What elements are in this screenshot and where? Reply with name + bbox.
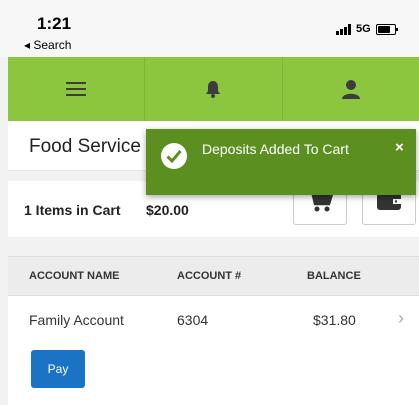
battery-icon: [375, 23, 398, 35]
toast-notification: Deposits Added To Cart ×: [146, 129, 416, 195]
account-name-cell: Family Account: [29, 312, 124, 328]
accounts-table-header: ACCOUNT NAME ACCOUNT # BALANCE: [8, 256, 419, 296]
account-number-cell: 6304: [177, 312, 209, 328]
notifications-button[interactable]: [145, 57, 283, 121]
cart-total: $20.00: [146, 202, 189, 218]
toast-message: Deposits Added To Cart: [202, 141, 349, 157]
bell-icon: [206, 81, 221, 98]
pay-area: Pay: [8, 342, 419, 405]
check-circle-icon: [161, 143, 187, 169]
user-icon: [341, 80, 360, 99]
column-header-account-name: ACCOUNT NAME: [29, 270, 120, 282]
balance-cell: $31.80: [313, 312, 356, 328]
status-time: 1:21: [37, 14, 72, 33]
status-indicators: 5G: [336, 23, 398, 35]
status-bar: 1:21 ◂ Search 5G: [0, 0, 419, 57]
signal-icon: [336, 23, 351, 35]
pay-button[interactable]: Pay: [31, 350, 85, 388]
column-header-balance: BALANCE: [307, 270, 361, 282]
menu-button[interactable]: [8, 57, 146, 121]
table-row[interactable]: Family Account 6304 $31.80 ›: [8, 296, 419, 343]
column-header-account-number: ACCOUNT #: [177, 270, 242, 282]
chevron-right-icon: ›: [398, 308, 404, 328]
top-nav-bar: [8, 57, 419, 121]
account-button[interactable]: [283, 57, 419, 121]
back-to-search-link[interactable]: ◂ Search: [24, 38, 71, 52]
toast-close-button[interactable]: ×: [395, 139, 404, 156]
cart-item-count: 1 Items in Cart: [24, 202, 121, 218]
page-title: Food Service: [29, 136, 141, 157]
menu-icon: [66, 82, 87, 96]
network-type: 5G: [356, 23, 371, 35]
